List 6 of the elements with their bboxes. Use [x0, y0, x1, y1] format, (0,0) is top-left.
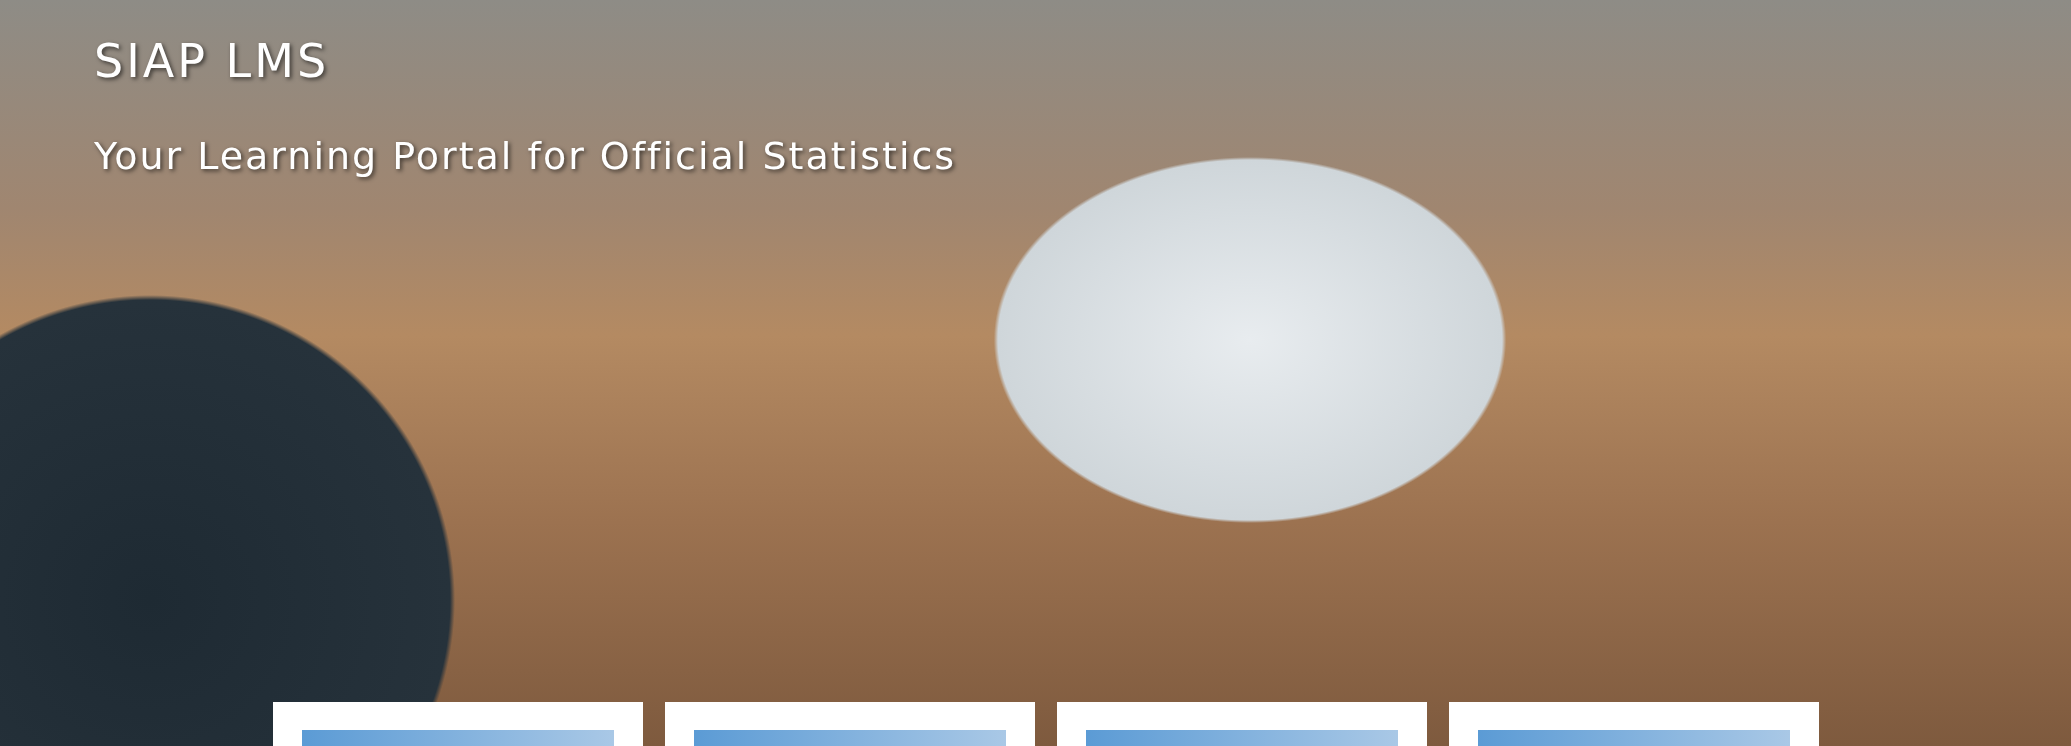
course-card[interactable]	[665, 702, 1035, 746]
course-card[interactable]	[1449, 702, 1819, 746]
course-card[interactable]	[273, 702, 643, 746]
site-tagline: Your Learning Portal for Official Statistics	[94, 134, 957, 178]
site-title: SIAP LMS	[94, 34, 330, 88]
course-card[interactable]	[1057, 702, 1427, 746]
